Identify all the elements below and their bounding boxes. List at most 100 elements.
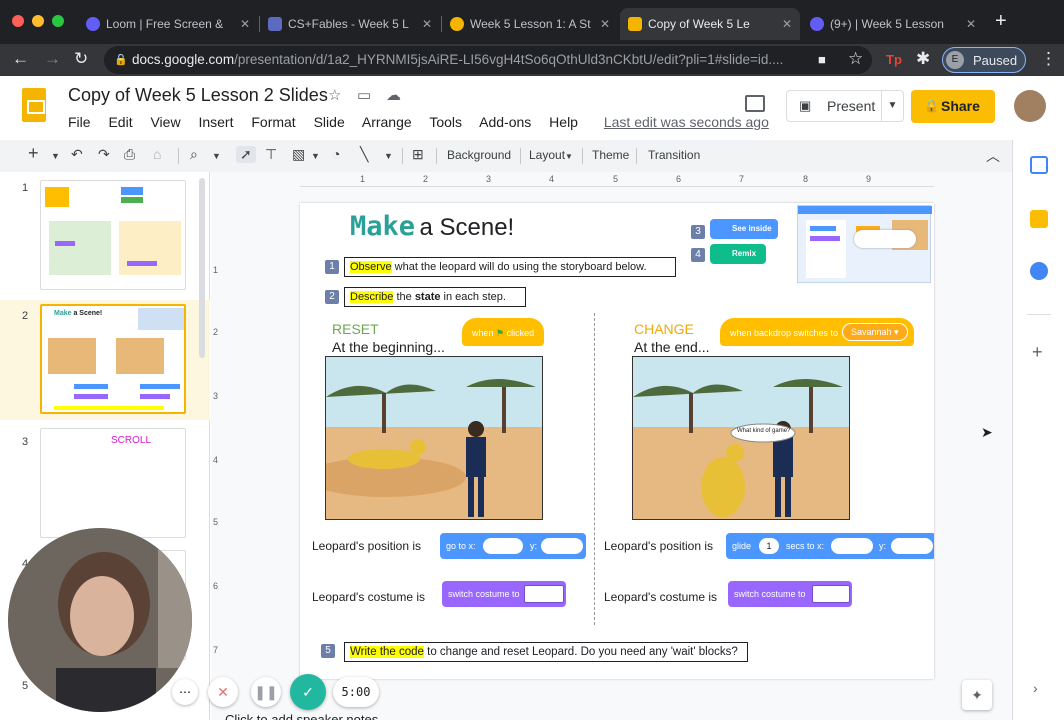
menu-addons[interactable]: Add-ons [479,114,531,130]
background-button[interactable]: Background [447,148,511,162]
go-to-xy-block[interactable]: go to x: y: [440,533,586,559]
line-icon[interactable]: ╲ [360,146,368,163]
chevron-down-icon[interactable]: ▼ [565,152,573,161]
print-icon[interactable]: ⎙ [124,146,135,163]
camera-icon[interactable]: ■ [818,52,826,67]
close-window-icon[interactable] [12,15,24,27]
slide-thumbnail[interactable] [40,180,186,290]
menu-insert[interactable]: Insert [198,114,233,130]
remix-button[interactable]: Remix [710,244,766,264]
browser-tab-copy-lesson2[interactable]: Copy of Week 5 Le ✕ [620,8,800,40]
select-cursor-icon[interactable]: ➚ [236,146,256,163]
webcam-bubble[interactable] [8,528,192,712]
filmstrip-slide-2[interactable]: 2 Make a Scene! [0,300,210,420]
menu-format[interactable]: Format [251,114,295,130]
more-menu-icon[interactable]: ⋮ [1040,49,1057,69]
new-tab-icon[interactable]: + [995,10,1007,33]
close-tab-icon[interactable]: ✕ [782,8,792,40]
when-flag-clicked-block[interactable]: when ⚑ clicked [462,318,544,346]
browser-tab-lesson1[interactable]: Week 5 Lesson 1: A St ✕ [442,8,618,40]
step-5-text[interactable]: Write the code to change and reset Leopa… [344,642,748,662]
close-tab-icon[interactable]: ✕ [966,8,976,40]
menu-arrange[interactable]: Arrange [362,114,412,130]
slide-thumbnail-selected[interactable]: Make a Scene! [40,304,186,414]
share-button[interactable]: 🔒 Share [911,90,995,123]
chevron-down-icon[interactable]: ▼ [881,91,903,121]
close-tab-icon[interactable]: ✕ [600,8,610,40]
browser-tab-loom[interactable]: Loom | Free Screen & ✕ [78,8,258,40]
forward-icon[interactable]: → [44,49,61,69]
menu-help[interactable]: Help [549,114,578,130]
transition-button[interactable]: Transition [648,148,700,162]
chevron-down-icon[interactable]: ▼ [311,151,320,161]
goto-x-input[interactable] [482,537,524,555]
image-icon[interactable]: ▧ [292,146,305,163]
chevron-down-icon[interactable]: ▼ [51,151,60,161]
goto-y-input[interactable] [540,537,584,555]
menu-tools[interactable]: Tools [429,114,462,130]
chevron-down-icon[interactable]: ▼ [384,151,393,161]
paint-format-icon[interactable]: ⌂ [153,146,161,162]
expand-panel-icon[interactable]: › [1033,680,1038,696]
back-icon[interactable]: ← [12,49,29,69]
document-title[interactable]: Copy of Week 5 Lesson 2 Slides [68,85,328,106]
undo-icon[interactable]: ↶ [71,146,83,163]
speaker-notes[interactable]: Click to add speaker notes [225,712,378,720]
step-2-text[interactable]: Describe the state in each step. [344,287,526,307]
slide-title[interactable]: Make a Scene! [350,211,514,242]
glide-x-input[interactable] [830,537,874,555]
reload-icon[interactable]: ↻ [74,49,88,69]
backdrop-select[interactable]: Savannah ▾ [842,323,908,341]
collapse-toolbar-icon[interactable]: ︿ [986,146,1000,166]
url-input[interactable]: 🔒 docs.google.com/presentation/d/1a2_HYR… [104,46,872,74]
costume-input-change[interactable] [812,585,850,603]
glide-block[interactable]: glide 1 secs to x: y: [726,533,934,559]
redo-icon[interactable]: ↷ [98,146,110,163]
close-tab-icon[interactable]: ✕ [422,8,432,40]
add-ons-plus-icon[interactable]: + [1032,342,1043,363]
new-slide-icon[interactable]: + [28,143,39,164]
slides-logo-icon[interactable] [22,88,46,122]
costume-input-reset[interactable] [524,585,564,603]
slide-thumbnail[interactable]: SCROLL [40,428,186,538]
comment-history-icon[interactable] [745,95,765,112]
present-button[interactable]: ▣ Present ▼ [786,90,904,122]
star-icon[interactable]: ☆ [328,86,341,104]
extension-tp-icon[interactable]: Tp [886,52,902,67]
pause-recording-icon[interactable]: ❚❚ [251,677,281,707]
step-1-text[interactable]: Observe what the leopard will do using t… [344,257,676,277]
when-backdrop-switches-block[interactable]: when backdrop switches to Savannah ▾ [720,318,914,346]
add-comment-icon[interactable]: ⊞ [412,146,424,163]
menu-edit[interactable]: Edit [108,114,132,130]
chevron-down-icon[interactable]: ▼ [212,151,221,161]
last-edit-link[interactable]: Last edit was seconds ago [604,114,769,130]
account-avatar[interactable] [1014,90,1046,122]
calendar-icon[interactable] [1030,156,1048,174]
menu-file[interactable]: File [68,114,91,130]
finish-recording-icon[interactable]: ✓ [290,674,326,710]
browser-tab-loom-week5[interactable]: (9+) | Week 5 Lesson ✕ [802,8,984,40]
profile-button[interactable]: E Paused [942,47,1026,73]
tasks-icon[interactable] [1030,262,1048,280]
menu-view[interactable]: View [150,114,180,130]
zoom-icon[interactable]: ⌕ [190,146,198,163]
bookmark-star-icon[interactable]: ☆ [848,49,863,69]
see-inside-button[interactable]: See inside [710,219,778,239]
current-slide[interactable]: Make a Scene! 1 Observe what the leopard… [300,203,934,679]
text-box-icon[interactable]: ⊤ [265,146,277,163]
browser-tab-csfables[interactable]: CS+Fables - Week 5 L ✕ [260,8,440,40]
switch-costume-block-change[interactable]: switch costume to [728,581,852,607]
theme-button[interactable]: Theme [592,148,629,162]
cancel-recording-icon[interactable]: ✕ [208,677,238,707]
move-folder-icon[interactable]: ▭ [357,86,371,104]
menu-slide[interactable]: Slide [314,114,345,130]
maximize-window-icon[interactable] [52,15,64,27]
close-tab-icon[interactable]: ✕ [240,8,250,40]
minimize-window-icon[interactable] [32,15,44,27]
extensions-puzzle-icon[interactable]: ✱ [916,49,930,69]
layout-button[interactable]: Layout [529,148,565,162]
switch-costume-block-reset[interactable]: switch costume to [442,581,566,607]
shape-icon[interactable]: ◔ [332,146,340,162]
filmstrip-scrollbar[interactable] [199,178,205,358]
recorder-more-icon[interactable]: ⋯ [172,679,198,705]
